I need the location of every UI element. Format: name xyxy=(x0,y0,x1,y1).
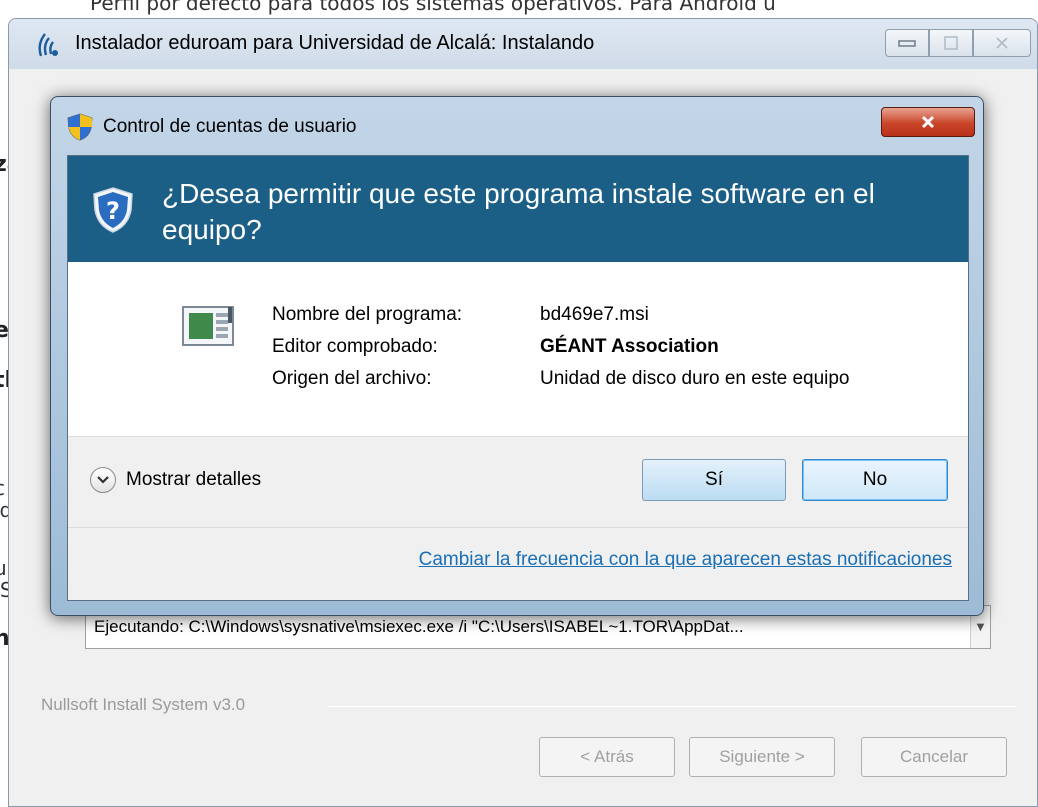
no-button[interactable]: No xyxy=(802,459,948,501)
installer-title: Instalador eduroam para Universidad de A… xyxy=(75,32,595,54)
uac-dialog: Control de cuentas de usuario ? ¿Desea p… xyxy=(50,96,984,616)
uac-header: ? ¿Desea permitir que este programa inst… xyxy=(68,156,968,262)
installer-titlebar[interactable]: Instalador eduroam para Universidad de A… xyxy=(9,19,1037,69)
close-icon xyxy=(996,37,1008,49)
minimize-button[interactable] xyxy=(885,29,929,57)
notification-frequency-link[interactable]: Cambiar la frecuencia con la que aparece… xyxy=(419,549,952,571)
uac-content: ? ¿Desea permitir que este programa inst… xyxy=(67,155,969,601)
svg-text:?: ? xyxy=(106,197,120,225)
nsis-divider xyxy=(327,706,1017,707)
back-button[interactable]: < Atrás xyxy=(539,737,675,777)
uac-title: Control de cuentas de usuario xyxy=(103,116,357,137)
execution-log-text: Ejecutando: C:\Windows\sysnative\msiexec… xyxy=(94,617,744,636)
nsis-version-label: Nullsoft Install System v3.0 xyxy=(41,695,246,714)
uac-footer: Mostrar detalles Sí No Cambiar la frecue… xyxy=(68,436,968,600)
cancel-button[interactable]: Cancelar xyxy=(861,737,1007,777)
close-button[interactable] xyxy=(973,29,1031,57)
background-fragment: c xyxy=(0,476,5,500)
installer-package-icon xyxy=(182,306,234,346)
eduroam-icon xyxy=(38,33,58,57)
program-name-value: bd469e7.msi xyxy=(540,304,649,325)
yes-button[interactable]: Sí xyxy=(642,459,786,501)
footer-divider xyxy=(68,527,968,528)
close-icon xyxy=(921,115,935,129)
uac-titlebar[interactable]: Control de cuentas de usuario xyxy=(51,97,983,153)
background-fragment: u xyxy=(0,556,7,580)
show-details-label: Mostrar detalles xyxy=(126,469,262,490)
uac-close-button[interactable] xyxy=(881,107,975,137)
minimize-icon xyxy=(898,40,916,47)
question-shield-icon: ? xyxy=(93,187,133,233)
maximize-icon xyxy=(944,36,958,50)
maximize-button[interactable] xyxy=(929,29,973,57)
window-controls xyxy=(885,29,1031,57)
publisher-value: GÉANT Association xyxy=(540,336,719,357)
file-origin-label: Origen del archivo: xyxy=(272,368,432,389)
chevron-down-icon xyxy=(90,467,116,493)
chevron-down-icon: ▼ xyxy=(976,621,985,633)
uac-question: ¿Desea permitir que este programa instal… xyxy=(162,178,875,245)
shield-icon xyxy=(67,113,93,141)
program-name-label: Nombre del programa: xyxy=(272,304,463,325)
next-button[interactable]: Siguiente > xyxy=(689,737,835,777)
background-top-text: Perfil por defecto para todos los sistem… xyxy=(90,0,776,15)
show-details-toggle[interactable]: Mostrar detalles xyxy=(90,467,261,493)
file-origin-value: Unidad de disco duro en este equipo xyxy=(540,368,850,389)
publisher-label: Editor comprobado: xyxy=(272,336,438,357)
